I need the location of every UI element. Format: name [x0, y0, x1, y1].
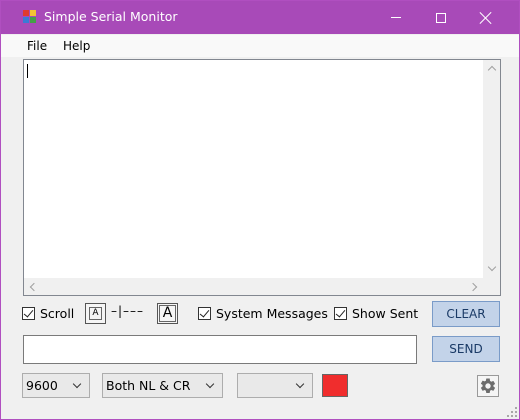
- connection-status-indicator[interactable]: [322, 374, 348, 397]
- port-select[interactable]: [237, 373, 313, 398]
- maximize-button[interactable]: [418, 1, 464, 34]
- horizontal-scrollbar[interactable]: [24, 278, 483, 295]
- show-sent-checkbox[interactable]: Show Sent: [334, 306, 418, 321]
- send-input[interactable]: [23, 335, 417, 364]
- system-messages-checkbox[interactable]: System Messages: [198, 306, 328, 321]
- baud-rate-select[interactable]: 9600: [22, 373, 90, 398]
- menu-file[interactable]: File: [27, 39, 47, 53]
- font-large-icon: A: [159, 305, 176, 322]
- show-sent-checkbox-box[interactable]: [334, 307, 347, 320]
- chevron-down-icon: [295, 379, 305, 389]
- menu-bar: File Help: [1, 35, 519, 57]
- scrollbar-corner: [483, 278, 500, 295]
- close-button[interactable]: [463, 1, 509, 34]
- minimize-button[interactable]: [373, 1, 419, 34]
- system-messages-label: System Messages: [216, 306, 328, 321]
- font-increase-button[interactable]: A: [157, 303, 178, 324]
- scroll-right-icon[interactable]: [468, 282, 478, 292]
- scroll-left-icon[interactable]: [29, 282, 39, 292]
- scroll-checkbox-label: Scroll: [40, 306, 75, 321]
- gear-icon: [480, 378, 496, 393]
- title-bar[interactable]: Simple Serial Monitor: [1, 1, 519, 34]
- scroll-checkbox-box[interactable]: [22, 307, 35, 320]
- send-button[interactable]: SEND: [432, 336, 500, 362]
- clear-button[interactable]: CLEAR: [432, 301, 500, 327]
- vertical-scrollbar[interactable]: [483, 60, 500, 278]
- text-caret: [27, 64, 28, 78]
- font-size-slider[interactable]: –|–––: [111, 304, 144, 318]
- chevron-down-icon: [72, 379, 82, 389]
- line-ending-value: Both NL & CR: [106, 378, 191, 393]
- close-icon: [480, 12, 492, 24]
- line-ending-select[interactable]: Both NL & CR: [102, 373, 223, 398]
- system-messages-checkbox-box[interactable]: [198, 307, 211, 320]
- font-small-icon: A: [89, 307, 102, 320]
- scroll-up-icon[interactable]: [487, 65, 497, 75]
- minimize-icon: [391, 17, 401, 18]
- show-sent-label: Show Sent: [352, 306, 419, 321]
- resize-grip[interactable]: [507, 407, 517, 417]
- scroll-down-icon[interactable]: [487, 262, 497, 272]
- window-title: Simple Serial Monitor: [44, 9, 178, 24]
- chevron-down-icon: [205, 379, 215, 389]
- app-icon: [23, 10, 37, 24]
- scroll-checkbox[interactable]: Scroll: [22, 306, 74, 321]
- baud-rate-value: 9600: [26, 378, 58, 393]
- settings-button[interactable]: [477, 375, 499, 397]
- font-decrease-button[interactable]: A: [85, 303, 106, 324]
- menu-help[interactable]: Help: [63, 39, 90, 53]
- maximize-icon: [436, 12, 446, 23]
- serial-output-area[interactable]: [23, 59, 501, 296]
- serial-monitor-window: Simple Serial Monitor File Help Scroll A…: [0, 0, 520, 420]
